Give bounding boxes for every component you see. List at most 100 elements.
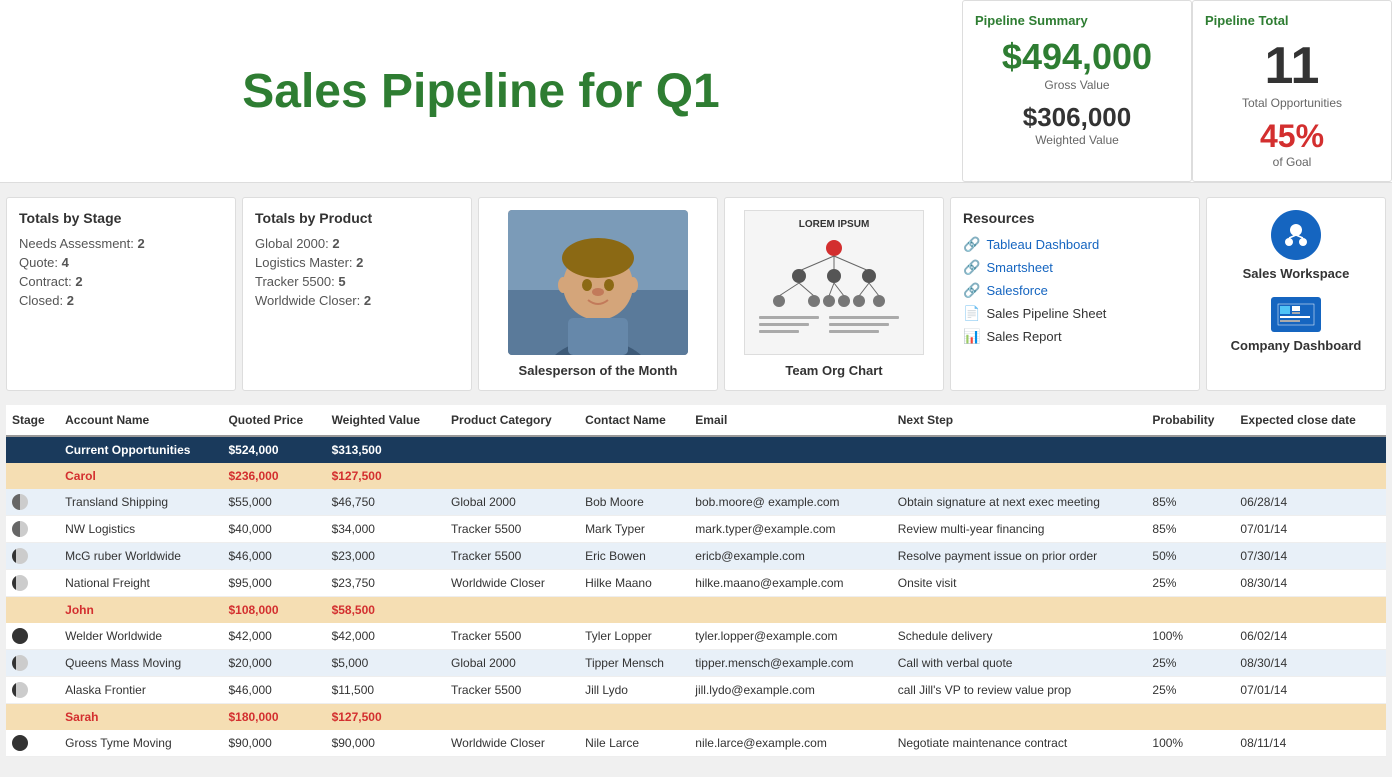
stage-item-4: Closed: 2 <box>19 293 223 308</box>
salesforce-link[interactable]: 🔗 Salesforce <box>963 282 1187 299</box>
sarah-row: Sarah $180,000 $127,500 <box>6 704 1386 731</box>
org-chart-card: LOREM IPSUM <box>724 197 944 391</box>
company-dashboard-icon[interactable] <box>1271 297 1321 332</box>
current-opps-weighted: $313,500 <box>326 436 445 463</box>
stage-icon-cell <box>6 543 59 570</box>
total-opps-label: Total Opportunities <box>1205 96 1379 110</box>
org-chart-svg <box>749 236 919 346</box>
stage-icon <box>12 682 28 698</box>
pipeline-total-label: Pipeline Total <box>1205 13 1379 28</box>
table-header-row: Stage Account Name Quoted Price Weighted… <box>6 405 1386 436</box>
workspace-icon[interactable] <box>1271 210 1321 260</box>
john-quoted: $108,000 <box>222 597 325 624</box>
current-opps-label: Current Opportunities <box>59 436 222 463</box>
sales-pipeline-sheet: 📄 Sales Pipeline Sheet <box>963 305 1187 322</box>
table-row: National Freight $95,000 $23,750 Worldwi… <box>6 570 1386 597</box>
org-title-text: LOREM IPSUM <box>799 219 870 230</box>
product-item-2: Logistics Master: 2 <box>255 255 459 270</box>
col-contact: Contact Name <box>579 405 689 436</box>
totals-by-product: Totals by Product Global 2000: 2 Logisti… <box>242 197 472 391</box>
tableau-dashboard-link[interactable]: 🔗 Tableau Dashboard <box>963 236 1187 253</box>
col-email: Email <box>689 405 891 436</box>
stage-icon-cell <box>6 516 59 543</box>
resources-card: Resources 🔗 Tableau Dashboard 🔗 Smartshe… <box>950 197 1200 391</box>
weighted-value: $306,000 <box>975 102 1179 133</box>
carol-weighted: $127,500 <box>326 463 445 489</box>
current-opps-row: Current Opportunities $524,000 $313,500 <box>6 436 1386 463</box>
table-row: Welder Worldwide $42,000 $42,000 Tracker… <box>6 623 1386 650</box>
weighted-label: Weighted Value <box>975 133 1179 147</box>
table-row: NW Logistics $40,000 $34,000 Tracker 550… <box>6 516 1386 543</box>
stage-icon <box>12 494 28 510</box>
col-probability: Probability <box>1146 405 1234 436</box>
totals-by-stage: Totals by Stage Needs Assessment: 2 Quot… <box>6 197 236 391</box>
stage-item-3: Contract: 2 <box>19 274 223 289</box>
stage-icon-cell <box>6 650 59 677</box>
current-opps-stage <box>6 436 59 463</box>
carol-row: Carol $236,000 $127,500 <box>6 463 1386 489</box>
stage-icon-cell <box>6 677 59 704</box>
company-dash-label: Company Dashboard <box>1231 338 1362 353</box>
col-close-date: Expected close date <box>1234 405 1386 436</box>
title-area: Sales Pipeline for Q1 <box>0 0 962 182</box>
stage-icon <box>12 548 28 564</box>
tableau-link-text: Tableau Dashboard <box>986 237 1099 252</box>
stage-icon-cell <box>6 730 59 757</box>
col-quoted: Quoted Price <box>222 405 325 436</box>
current-opps-quoted: $524,000 <box>222 436 325 463</box>
salesperson-label: Salesperson of the Month <box>519 363 678 378</box>
carol-quoted: $236,000 <box>222 463 325 489</box>
goal-label: of Goal <box>1205 155 1379 169</box>
report-icon: 📊 <box>963 328 980 345</box>
stage-item-2: Quote: 4 <box>19 255 223 270</box>
table-row: Transland Shipping $55,000 $46,750 Globa… <box>6 489 1386 516</box>
col-stage: Stage <box>6 405 59 436</box>
product-item-3: Tracker 5500: 5 <box>255 274 459 289</box>
link-icon-3: 🔗 <box>963 282 980 299</box>
goal-pct: 45% <box>1205 118 1379 155</box>
john-weighted: $58,500 <box>326 597 445 624</box>
top-section: Sales Pipeline for Q1 Pipeline Summary $… <box>0 0 1392 183</box>
stage-item-1: Needs Assessment: 2 <box>19 236 223 251</box>
gross-label: Gross Value <box>975 78 1179 92</box>
pipeline-table: Stage Account Name Quoted Price Weighted… <box>6 405 1386 757</box>
table-row: Queens Mass Moving $20,000 $5,000 Global… <box>6 650 1386 677</box>
pipeline-total: Pipeline Total 11 Total Opportunities 45… <box>1192 0 1392 182</box>
org-chart-label: Team Org Chart <box>785 363 882 378</box>
right-panel: Sales Workspace Company Dashboard <box>1206 197 1386 391</box>
salesperson-card: Salesperson of the Month <box>478 197 718 391</box>
stage-icon-cell <box>6 489 59 516</box>
stage-icon <box>12 575 28 591</box>
carol-name: Carol <box>59 463 222 489</box>
workspace-label: Sales Workspace <box>1243 266 1350 281</box>
table-body: Current Opportunities $524,000 $313,500 … <box>6 436 1386 757</box>
salesforce-link-text: Salesforce <box>986 283 1047 298</box>
table-row: Alaska Frontier $46,000 $11,500 Tracker … <box>6 677 1386 704</box>
gross-value: $494,000 <box>975 36 1179 78</box>
stage-icon-cell <box>6 623 59 650</box>
link-icon-1: 🔗 <box>963 236 980 253</box>
stage-icon <box>12 655 28 671</box>
col-weighted: Weighted Value <box>326 405 445 436</box>
stage-icon <box>12 521 28 537</box>
pipeline-sheet-text: Sales Pipeline Sheet <box>986 306 1106 321</box>
page-title: Sales Pipeline for Q1 <box>242 64 720 119</box>
total-number: 11 <box>1205 36 1379 96</box>
smartsheet-link[interactable]: 🔗 Smartsheet <box>963 259 1187 276</box>
pipeline-summary-label: Pipeline Summary <box>975 13 1179 28</box>
product-item-1: Global 2000: 2 <box>255 236 459 251</box>
table-row: Gross Tyme Moving $90,000 $90,000 Worldw… <box>6 730 1386 757</box>
salesperson-svg <box>508 210 688 355</box>
col-product: Product Category <box>445 405 579 436</box>
link-icon-2: 🔗 <box>963 259 980 276</box>
resources-title: Resources <box>963 210 1187 226</box>
table-section: Stage Account Name Quoted Price Weighted… <box>6 405 1386 757</box>
stage-icon <box>12 628 28 644</box>
totals-product-title: Totals by Product <box>255 210 459 226</box>
sarah-quoted: $180,000 <box>222 704 325 731</box>
col-account: Account Name <box>59 405 222 436</box>
totals-stage-title: Totals by Stage <box>19 210 223 226</box>
table-row: McG ruber Worldwide $46,000 $23,000 Trac… <box>6 543 1386 570</box>
stage-icon-cell <box>6 570 59 597</box>
smartsheet-link-text: Smartsheet <box>986 260 1052 275</box>
